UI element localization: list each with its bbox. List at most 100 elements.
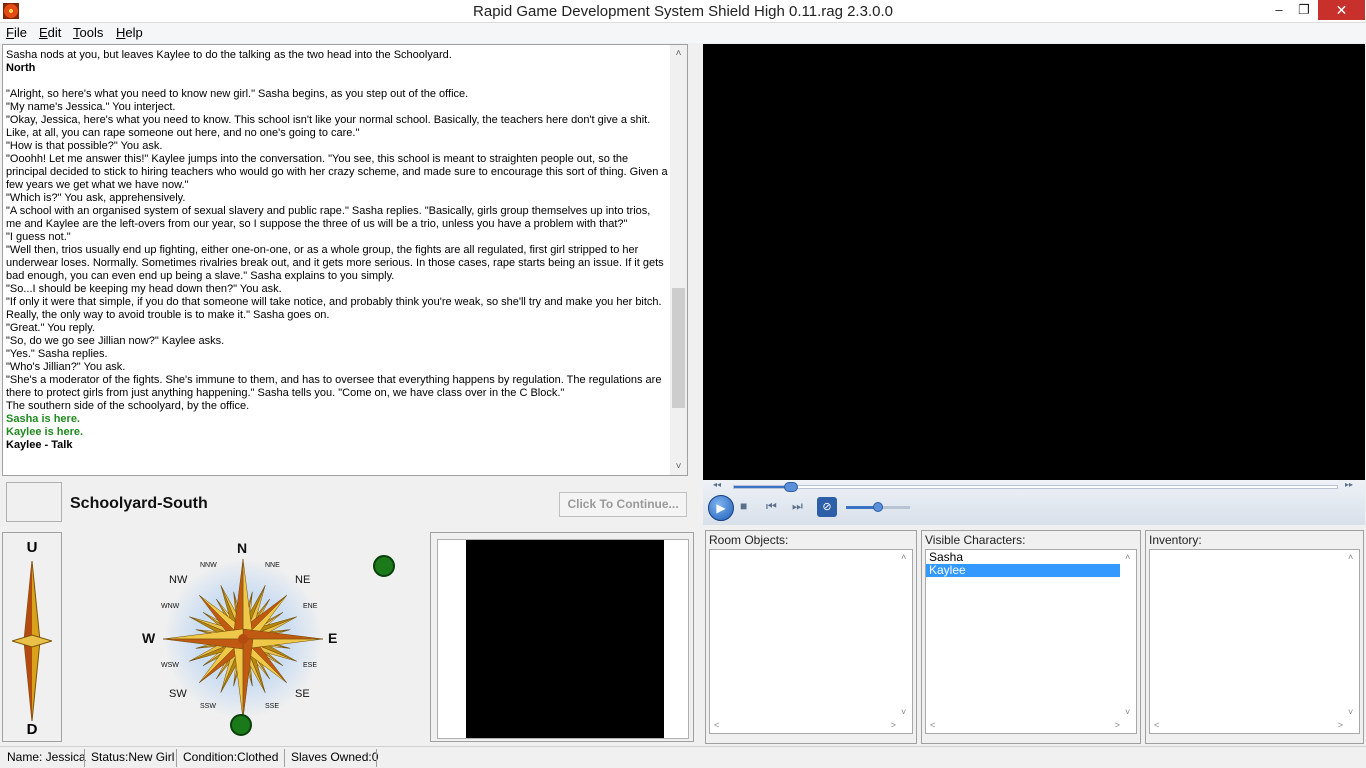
- status-divider: [376, 749, 377, 767]
- present-character-line: Sasha is here.: [6, 413, 80, 425]
- story-line: "Alright, so here's what you need to kno…: [6, 88, 469, 100]
- media-player-controls: ◂◂ ▸▸ ▶ ■ ⏮ ⏭ ⊘: [703, 480, 1365, 525]
- play-icon[interactable]: ▶: [708, 495, 734, 521]
- menu-tools[interactable]: Tools: [73, 25, 103, 40]
- story-line: "Which is?" You ask, apprehensively.: [6, 192, 186, 204]
- compass-ese[interactable]: ESE: [303, 662, 317, 669]
- scroll-down-icon[interactable]: ˅: [1125, 707, 1130, 717]
- next-icon[interactable]: ⏭: [792, 499, 803, 514]
- seek-fill: [734, 486, 789, 488]
- story-scrollbar[interactable]: ˄ ˅: [670, 45, 687, 475]
- volume-knob[interactable]: [873, 502, 883, 512]
- list-item-selected[interactable]: Kaylee: [926, 564, 1120, 577]
- mute-icon[interactable]: ⊘: [817, 497, 837, 517]
- compass-west[interactable]: W: [142, 630, 155, 646]
- story-heading-line: North: [6, 62, 36, 74]
- story-line: [6, 75, 668, 88]
- compass-southwest[interactable]: SW: [169, 688, 187, 700]
- visible-characters-label: Visible Characters:: [925, 533, 1026, 547]
- scroll-up-icon[interactable]: ˄: [1348, 552, 1353, 562]
- scroll-right-icon[interactable]: ˃: [891, 720, 896, 730]
- scroll-up-icon[interactable]: ˄: [1125, 552, 1130, 562]
- inventory-list[interactable]: ˄ ˅ ˂ ˃: [1149, 549, 1360, 734]
- visible-characters-list[interactable]: Sasha Kaylee ˄ ˅ ˂ ˃: [925, 549, 1137, 734]
- status-divider: [176, 749, 177, 767]
- window-title: Rapid Game Development System Shield Hig…: [473, 3, 893, 20]
- inventory-vscroll[interactable]: ˄ ˅: [1345, 550, 1359, 717]
- scroll-left-icon[interactable]: ˂: [1154, 720, 1159, 730]
- menu-file-rest: ile: [13, 25, 27, 40]
- compass-panel: N S W E NW NE SW SE NNW NNE WNW ENE WSW …: [66, 532, 426, 742]
- previous-icon[interactable]: ⏮: [766, 499, 777, 514]
- compass-sse[interactable]: SSE: [265, 703, 279, 710]
- scroll-down-icon[interactable]: ˅: [901, 707, 906, 717]
- story-text-panel[interactable]: Sasha nods at you, but leaves Kaylee to …: [2, 44, 688, 476]
- close-button[interactable]: ✕: [1318, 0, 1365, 20]
- compass-east[interactable]: E: [328, 630, 337, 646]
- menu-edit-rest: dit: [47, 25, 62, 40]
- maximize-button[interactable]: ❐: [1290, 0, 1318, 20]
- scroll-left-icon[interactable]: ˂: [930, 720, 935, 730]
- seek-bar[interactable]: [733, 482, 1338, 492]
- story-line: "She's a moderator of the fights. She's …: [6, 374, 665, 399]
- status-slaves-owned: Slaves Owned:0: [291, 750, 379, 764]
- compass-southeast[interactable]: SE: [295, 688, 310, 700]
- story-line: "How is that possible?" You ask.: [6, 140, 163, 152]
- room-objects-list[interactable]: ˄ ˅ ˂ ˃: [709, 549, 913, 734]
- compass-north[interactable]: N: [237, 540, 247, 556]
- story-line: "Ooohh! Let me answer this!" Kaylee jump…: [6, 153, 668, 191]
- up-button[interactable]: U: [3, 539, 61, 556]
- compass-wsw[interactable]: WSW: [161, 662, 179, 669]
- visible-characters-vscroll[interactable]: ˄ ˅: [1122, 550, 1136, 717]
- compass-ssw[interactable]: SSW: [200, 703, 216, 710]
- rose-center: [238, 634, 248, 644]
- status-status: Status:New Girl: [91, 750, 175, 764]
- stop-icon[interactable]: ■: [740, 499, 747, 513]
- room-objects-group: Room Objects: ˄ ˅ ˂ ˃: [705, 530, 917, 744]
- menu-help-rest: elp: [125, 25, 143, 40]
- character-picture: [466, 540, 664, 738]
- menu-help[interactable]: Help: [116, 25, 143, 40]
- scroll-down-icon[interactable]: ˅: [670, 458, 687, 475]
- scroll-left-icon[interactable]: ˂: [714, 720, 719, 730]
- story-line: "Great." You reply.: [6, 322, 95, 334]
- compass-northeast[interactable]: NE: [295, 574, 310, 586]
- seek-knob[interactable]: [784, 482, 799, 492]
- menu-edit[interactable]: Edit: [39, 25, 61, 40]
- menu-edit-accelerator: E: [39, 25, 48, 40]
- visible-characters-hscroll[interactable]: ˂ ˃: [926, 719, 1124, 733]
- story-line: "Who's Jillian?" You ask.: [6, 361, 126, 373]
- scroll-thumb[interactable]: [672, 288, 685, 409]
- media-player-screen[interactable]: [703, 44, 1365, 525]
- scroll-up-icon[interactable]: ˄: [670, 45, 687, 62]
- present-character-line: Kaylee is here.: [6, 426, 84, 438]
- room-objects-hscroll[interactable]: ˂ ˃: [710, 719, 900, 733]
- rewind-icon[interactable]: ◂◂: [713, 480, 721, 489]
- south-exit-indicator-dot: [230, 714, 252, 736]
- compass-wnw[interactable]: WNW: [161, 603, 179, 610]
- room-objects-label: Room Objects:: [709, 533, 789, 547]
- menu-tools-rest: ools: [79, 25, 104, 40]
- compass-northwest[interactable]: NW: [169, 574, 187, 586]
- scroll-up-icon[interactable]: ˄: [901, 552, 906, 562]
- forward-icon[interactable]: ▸▸: [1345, 480, 1353, 489]
- scroll-down-icon[interactable]: ˅: [1348, 707, 1353, 717]
- story-line: "I guess not.": [6, 231, 71, 243]
- minimize-button[interactable]: –: [1265, 0, 1293, 20]
- compass-ene[interactable]: ENE: [303, 603, 317, 610]
- volume-slider[interactable]: [846, 502, 910, 512]
- continue-button[interactable]: Click To Continue...: [559, 492, 687, 517]
- menu-file[interactable]: File: [6, 25, 27, 40]
- location-image: [6, 482, 62, 522]
- inventory-hscroll[interactable]: ˂ ˃: [1150, 719, 1347, 733]
- visible-characters-group: Visible Characters: Sasha Kaylee ˄ ˅ ˂ ˃: [921, 530, 1141, 744]
- compass-nnw[interactable]: NNW: [200, 562, 217, 569]
- scroll-right-icon[interactable]: ˃: [1338, 720, 1343, 730]
- room-objects-vscroll[interactable]: ˄ ˅: [898, 550, 912, 717]
- menu-file-accelerator: F: [6, 25, 14, 40]
- menu-bar: File Edit Tools Help: [0, 23, 1366, 43]
- story-line: Sasha nods at you, but leaves Kaylee to …: [6, 49, 452, 61]
- down-button[interactable]: D: [3, 721, 61, 738]
- compass-nne[interactable]: NNE: [265, 562, 280, 569]
- scroll-right-icon[interactable]: ˃: [1115, 720, 1120, 730]
